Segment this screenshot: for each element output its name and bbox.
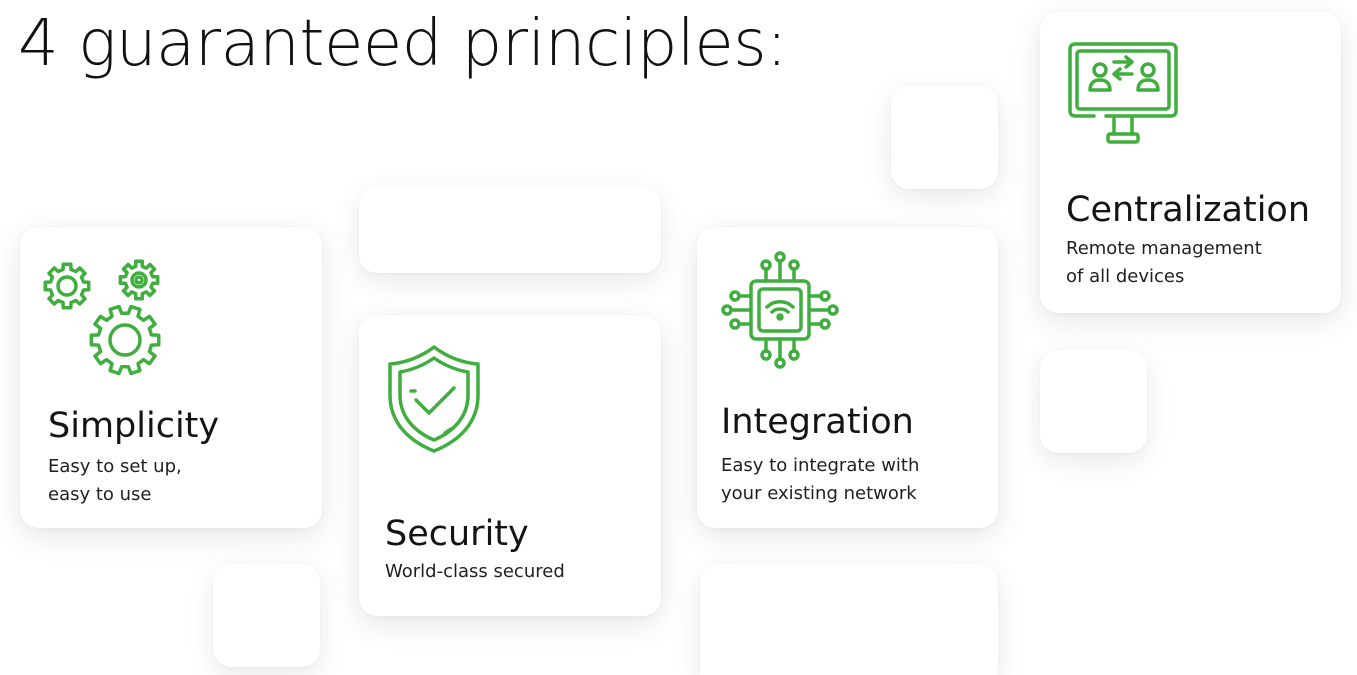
card-description: Remote management of all devices <box>1066 238 1262 287</box>
card-title: Simplicity <box>48 406 220 446</box>
decorative-tile <box>700 564 998 675</box>
principle-card-simplicity: Simplicity Easy to set up, easy to use <box>20 227 322 528</box>
decorative-tile <box>359 187 661 273</box>
principle-card-centralization: Centralization Remote management of all … <box>1040 12 1341 313</box>
remote-monitor-icon <box>1068 42 1178 144</box>
card-title: Centralization <box>1066 190 1311 230</box>
card-description: World-class secured <box>385 561 565 582</box>
decorative-tile <box>213 564 320 667</box>
card-description: Easy to set up, easy to use <box>48 456 182 505</box>
gears-icon <box>43 259 161 376</box>
shield-check-icon <box>388 345 480 453</box>
card-title: Security <box>385 514 529 554</box>
decorative-tile <box>891 86 998 189</box>
chip-wifi-icon <box>721 251 839 369</box>
principle-card-integration: Integration Easy to integrate with your … <box>697 227 998 528</box>
page-heading: 4 guaranteed principles: <box>18 7 788 81</box>
card-description: Easy to integrate with your existing net… <box>721 455 920 504</box>
principle-card-security: Security World-class secured <box>359 315 661 616</box>
card-title: Integration <box>721 402 914 442</box>
decorative-tile <box>1040 350 1147 453</box>
